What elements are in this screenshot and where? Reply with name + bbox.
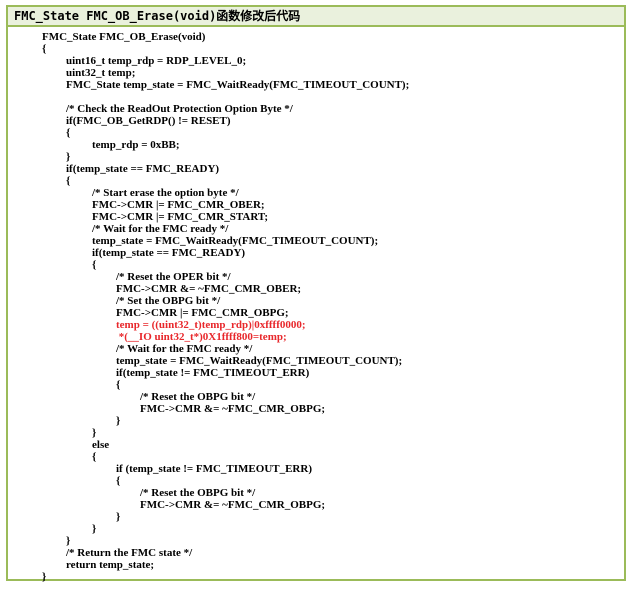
code-line: return temp_state; — [66, 559, 155, 571]
code-line-highlighted: temp = ((uint32_t)temp_rdp)|0xffff0000; — [116, 319, 306, 331]
code-line: } — [116, 511, 121, 523]
code-line: FMC_State temp_state = FMC_WaitReady(FMC… — [66, 79, 410, 91]
code-line: /* Set the OBPG bit */ — [116, 295, 221, 307]
code-line: } — [42, 571, 47, 583]
code-line: FMC_State FMC_OB_Erase(void) — [42, 31, 206, 43]
code-line: FMC->CMR |= FMC_CMR_OBPG; — [116, 307, 289, 319]
code-line: FMC->CMR &= ~FMC_CMR_OBPG; — [140, 403, 326, 415]
code-line: /* Return the FMC state */ — [66, 547, 193, 559]
code-line: /* Reset the OPER bit */ — [116, 271, 231, 283]
code-line: } — [66, 151, 71, 163]
code-line: temp_rdp = 0xBB; — [92, 139, 180, 151]
code-line: temp_state = FMC_WaitReady(FMC_TIMEOUT_C… — [116, 355, 403, 367]
code-line: if (temp_state != FMC_TIMEOUT_ERR) — [116, 463, 312, 475]
code-line: { — [66, 127, 71, 139]
code-line: temp_state = FMC_WaitReady(FMC_TIMEOUT_C… — [92, 235, 379, 247]
code-line: /* Start erase the option byte */ — [92, 187, 239, 199]
code-line: if(temp_state != FMC_TIMEOUT_ERR) — [116, 367, 310, 379]
code-box-title: FMC_State FMC_OB_Erase(void)函数修改后代码 — [8, 7, 624, 27]
code-line: } — [66, 535, 71, 547]
code-line: if(temp_state == FMC_READY) — [66, 163, 220, 175]
code-line: FMC->CMR &= ~FMC_CMR_OBER; — [116, 283, 302, 295]
code-line: FMC->CMR |= FMC_CMR_START; — [92, 211, 269, 223]
code-line: { — [116, 475, 121, 487]
code-line: { — [116, 379, 121, 391]
code-line: { — [66, 175, 71, 187]
code-line: uint16_t temp_rdp = RDP_LEVEL_0; — [66, 55, 247, 67]
code-line: FMC->CMR |= FMC_CMR_OBER; — [92, 199, 265, 211]
code-line: /* Check the ReadOut Protection Option B… — [66, 103, 293, 115]
code-line: /* Wait for the FMC ready */ — [116, 343, 253, 355]
code-line: } — [116, 415, 121, 427]
code-line: } — [92, 523, 97, 535]
code-line: } — [92, 427, 97, 439]
code-line: { — [92, 451, 97, 463]
code-line-highlighted: *(__IO uint32_t*)0X1ffff800=temp; — [116, 331, 287, 343]
code-line: /* Wait for the FMC ready */ — [92, 223, 229, 235]
code-line: { — [92, 259, 97, 271]
code-line: /* Reset the OBPG bit */ — [140, 487, 256, 499]
code-line: FMC->CMR &= ~FMC_CMR_OBPG; — [140, 499, 326, 511]
code-line: if(temp_state == FMC_READY) — [92, 247, 246, 259]
code-line: { — [42, 43, 47, 55]
code-line: /* Reset the OBPG bit */ — [140, 391, 256, 403]
code-line: if(FMC_OB_GetRDP() != RESET) — [66, 115, 231, 127]
code-box: FMC_State FMC_OB_Erase(void)函数修改后代码 FMC_… — [6, 5, 626, 583]
code-listing: FMC_State FMC_OB_Erase(void){uint16_t te… — [8, 27, 624, 583]
code-line: uint32_t temp; — [66, 67, 136, 79]
code-line: else — [92, 439, 110, 451]
